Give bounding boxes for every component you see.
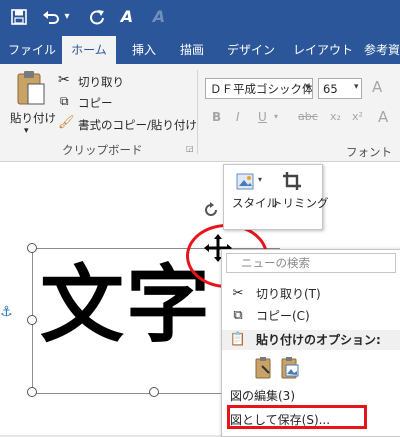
tab-draw[interactable]: 描画 [172, 36, 212, 64]
paste-icon: 📋 [229, 332, 247, 347]
superscript-button[interactable]: x² [352, 108, 363, 126]
tab-references[interactable]: 参考資 [364, 36, 400, 64]
text-effect-icon[interactable]: A [116, 5, 138, 29]
cut-button[interactable]: 切り取り [78, 74, 124, 90]
grow-font-button[interactable]: A [372, 78, 382, 96]
paste-button[interactable]: 貼り付け [10, 110, 56, 126]
save-icon[interactable] [8, 5, 30, 29]
dialog-launcher-icon[interactable]: ◲ [186, 144, 194, 153]
crop-button[interactable]: トリミング [271, 195, 329, 211]
bold-button[interactable]: B [212, 108, 221, 126]
paste-keep-formatting-icon[interactable] [254, 356, 274, 380]
context-menu: ニューの検索 ✂ 切り取り(T) ⧉ コピー(C) 📋 貼り付けのオプション: … [221, 249, 400, 437]
paste-icon[interactable] [14, 70, 48, 110]
style-icon[interactable] [236, 173, 256, 191]
ribbon-tab-bar: ファイル ホーム 挿入 描画 デザイン レイアウト 参考資 [0, 36, 400, 64]
ribbon: 貼り付け ▾ ✂ 切り取り ⧉ コピー 🖌 書式のコピー/貼り付け クリップボー… [0, 64, 400, 162]
underline-button[interactable]: U [258, 108, 267, 126]
format-painter-icon: 🖌 [58, 115, 75, 130]
font-name-field[interactable]: ＤＦ平成ゴシック体 [205, 78, 313, 99]
crop-icon[interactable] [282, 171, 302, 191]
undo-dropdown-icon[interactable]: ▾ [62, 5, 72, 29]
group-divider [197, 70, 198, 154]
paste-dropdown-icon[interactable]: ▾ [24, 126, 29, 136]
menu-section-paste-options: 📋 貼り付けのオプション: [222, 330, 400, 350]
tab-design[interactable]: デザイン [222, 36, 280, 64]
subscript-button[interactable]: x₂ [330, 108, 341, 126]
resize-handle[interactable] [27, 315, 37, 325]
tab-layout[interactable]: レイアウト [290, 36, 356, 64]
copy-button[interactable]: コピー [78, 95, 113, 111]
tab-home[interactable]: ホーム [62, 36, 116, 64]
anchor-icon: ⚓ [0, 304, 13, 320]
menu-search-input[interactable]: ニューの検索 [226, 253, 396, 273]
strikethrough-button[interactable]: abc [298, 108, 318, 126]
quick-access-toolbar: ▾ A A [0, 0, 400, 36]
mini-toolbar: ▾ スタイル トリミング [223, 164, 329, 230]
resize-handle[interactable] [27, 243, 37, 253]
font-group-label: フォント [346, 145, 392, 159]
rotate-handle-icon[interactable] [203, 202, 219, 218]
paste-as-picture-icon[interactable] [280, 356, 300, 380]
text-effects-button[interactable]: A [378, 108, 388, 126]
italic-button[interactable]: I [236, 108, 240, 126]
text-effect-disabled-icon: A [152, 7, 166, 26]
resize-handle[interactable] [27, 387, 37, 397]
tab-file[interactable]: ファイル [6, 36, 58, 64]
format-painter-button[interactable]: 書式のコピー/貼り付け [78, 117, 197, 133]
tab-insert[interactable]: 挿入 [124, 36, 164, 64]
underline-dropdown-icon[interactable]: ▾ [274, 108, 278, 126]
undo-icon[interactable] [40, 5, 62, 29]
copy-icon: ⧉ [233, 308, 243, 323]
font-size-dropdown-icon[interactable]: ▾ [354, 82, 359, 92]
scissors-icon: ✂ [232, 286, 244, 301]
style-dropdown-icon[interactable]: ▾ [258, 175, 262, 184]
resize-handle[interactable] [149, 387, 159, 397]
clipboard-group-label: クリップボード [62, 143, 143, 157]
highlight-box [227, 405, 367, 429]
scissors-icon: ✂ [58, 72, 70, 88]
font-name-dropdown-icon[interactable]: ▾ [305, 82, 310, 92]
copy-icon: ⧉ [60, 94, 69, 108]
repeat-icon[interactable] [86, 5, 108, 29]
